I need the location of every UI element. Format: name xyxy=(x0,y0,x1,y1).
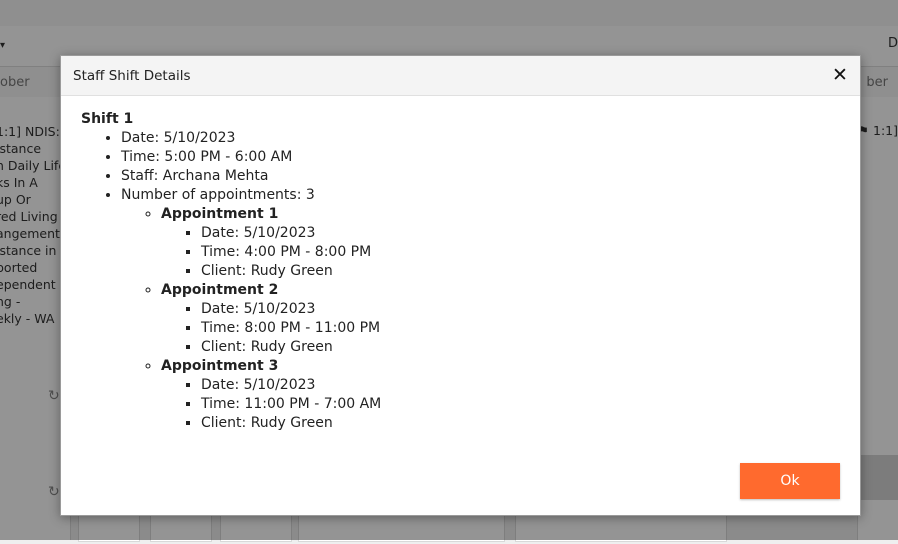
shift-date: Date: 5/10/2023 xyxy=(121,129,840,148)
appointment-item: Appointment 3 Date: 5/10/2023 Time: 11:0… xyxy=(161,357,840,433)
shift-appointment-count: Number of appointments: 3 Appointment 1 … xyxy=(121,186,840,433)
appointment-item: Appointment 2 Date: 5/10/2023 Time: 8:00… xyxy=(161,281,840,357)
appointment-item: Appointment 1 Date: 5/10/2023 Time: 4:00… xyxy=(161,205,840,281)
dialog-body: Shift 1 Date: 5/10/2023 Time: 5:00 PM - … xyxy=(81,110,840,433)
appointment-title: Appointment 2 xyxy=(161,282,279,298)
appointment-details: Date: 5/10/2023 Time: 11:00 PM - 7:00 AM… xyxy=(161,376,840,433)
appointment-time: Time: 8:00 PM - 11:00 PM xyxy=(201,319,840,338)
appointment-time: Time: 11:00 PM - 7:00 AM xyxy=(201,395,840,414)
appointment-client: Client: Rudy Green xyxy=(201,338,840,357)
dialog-header: Staff Shift Details ✕ xyxy=(61,56,860,96)
appointment-date: Date: 5/10/2023 xyxy=(201,300,840,319)
appointment-title: Appointment 1 xyxy=(161,206,279,222)
close-icon[interactable]: ✕ xyxy=(830,65,850,85)
appointment-count-label: Number of appointments: 3 xyxy=(121,187,315,203)
appointment-details: Date: 5/10/2023 Time: 8:00 PM - 11:00 PM… xyxy=(161,300,840,357)
shift-title: Shift 1 xyxy=(81,111,134,127)
appointment-details: Date: 5/10/2023 Time: 4:00 PM - 8:00 PM … xyxy=(161,224,840,281)
dialog-title: Staff Shift Details xyxy=(73,68,191,84)
shift-staff: Staff: Archana Mehta xyxy=(121,167,840,186)
ok-button[interactable]: Ok xyxy=(740,463,840,499)
appointment-title: Appointment 3 xyxy=(161,358,279,374)
staff-shift-details-dialog: Staff Shift Details ✕ Shift 1 Date: 5/10… xyxy=(60,55,861,516)
shift-time: Time: 5:00 PM - 6:00 AM xyxy=(121,148,840,167)
appointment-client: Client: Rudy Green xyxy=(201,414,840,433)
appointment-client: Client: Rudy Green xyxy=(201,262,840,281)
shift-details-list: Date: 5/10/2023 Time: 5:00 PM - 6:00 AM … xyxy=(81,129,840,433)
appointment-time: Time: 4:00 PM - 8:00 PM xyxy=(201,243,840,262)
appointment-date: Date: 5/10/2023 xyxy=(201,224,840,243)
appointments-list: Appointment 1 Date: 5/10/2023 Time: 4:00… xyxy=(121,205,840,433)
appointment-date: Date: 5/10/2023 xyxy=(201,376,840,395)
